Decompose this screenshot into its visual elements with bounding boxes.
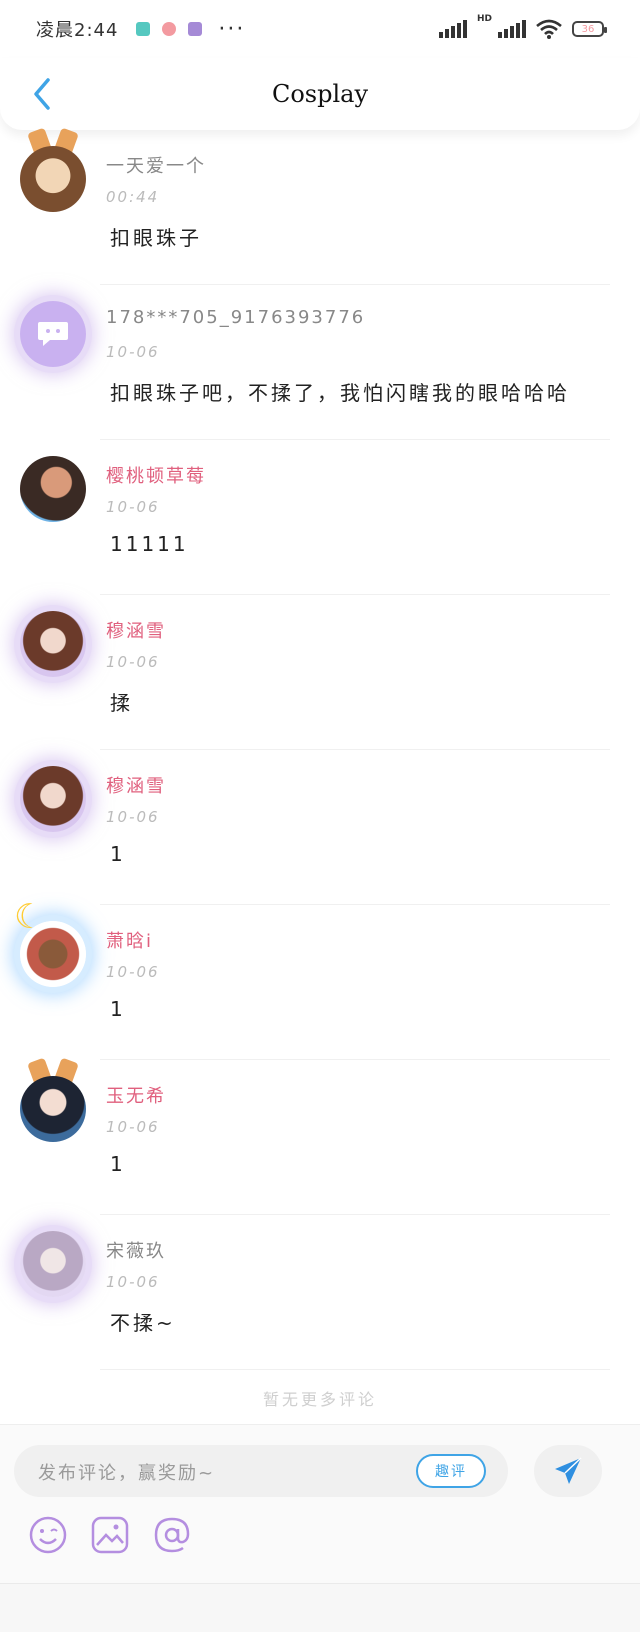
comment-author[interactable]: 樱桃顿草莓 [106, 462, 206, 488]
avatar[interactable]: ☾ [14, 897, 86, 987]
emoji-button[interactable] [28, 1515, 68, 1555]
app-notification-icon [188, 22, 203, 36]
avatar[interactable] [20, 766, 86, 832]
mention-button[interactable] [152, 1515, 192, 1555]
comment-date: 10-06 [106, 343, 160, 361]
comment-date: 10-06 [106, 963, 160, 981]
comment-author[interactable]: 178***705_9176393776 [106, 307, 365, 328]
comment-text: 不揉~ [110, 1311, 176, 1335]
avatar[interactable] [20, 456, 86, 522]
comment-input-placeholder: 发布评论，赢奖励~ [38, 1463, 216, 1484]
comment-author[interactable]: 穆涵雪 [106, 772, 166, 798]
comment-item: 樱桃顿草莓 10-06 11111 [0, 440, 640, 595]
avatar-image [20, 766, 86, 832]
comment-text: 11111 [110, 532, 189, 556]
header: Cosplay [0, 58, 640, 130]
comment-item: 穆涵雪 10-06 1 [0, 750, 640, 905]
app-notification-icon [162, 22, 177, 36]
avatar-image [20, 456, 86, 522]
signal-icon-2 [498, 20, 526, 38]
comment-date: 10-06 [106, 498, 160, 516]
comment-text: 1 [110, 1152, 126, 1176]
comment-item: 穆涵雪 10-06 揉 [0, 595, 640, 750]
comment-item: 宋薇玖 10-06 不揉~ [0, 1215, 640, 1370]
image-icon [91, 1516, 129, 1554]
comment-date: 10-06 [106, 1273, 160, 1291]
quping-button[interactable]: 趣评 [416, 1454, 486, 1488]
comment-text: 扣眼珠子吧，不揉了，我怕闪瞎我的眼哈哈哈 [110, 381, 570, 405]
comment-input[interactable]: 发布评论，赢奖励~ 趣评 [14, 1445, 508, 1497]
comment-text: 1 [110, 842, 126, 866]
comment-composer: 发布评论，赢奖励~ 趣评 [0, 1424, 640, 1585]
chat-bubble-icon [38, 322, 68, 346]
app-notification-icon [136, 22, 151, 36]
avatar-image [20, 611, 86, 677]
image-button[interactable] [90, 1515, 130, 1555]
avatar-image [20, 1231, 86, 1297]
avatar[interactable] [20, 1231, 86, 1297]
signal-icon [438, 20, 467, 38]
status-right: HD 36 [438, 14, 607, 39]
comment-author[interactable]: 穆涵雪 [106, 617, 166, 643]
send-icon [555, 1457, 582, 1484]
at-icon [154, 1517, 190, 1553]
comment-date: 00:44 [106, 188, 160, 206]
more-notifications-icon: ··· [218, 16, 246, 42]
avatar-image [20, 1076, 86, 1142]
comment-list: 一天爱一个 00:44 扣眼珠子 178***705_9176393776 10… [0, 127, 640, 1370]
avatar-image [20, 146, 86, 212]
avatar[interactable] [20, 301, 86, 367]
battery-level: 36 [581, 23, 595, 35]
avatar[interactable] [20, 127, 86, 212]
avatar-image [20, 921, 86, 987]
system-nav-bar [0, 1583, 640, 1632]
emoji-icon [29, 1516, 67, 1554]
status-time: 凌晨2:44 [36, 20, 119, 41]
battery-icon: 36 [572, 21, 607, 37]
avatar-image [20, 301, 86, 367]
composer-toolbar [28, 1515, 192, 1555]
comment-author[interactable]: 萧晗i [106, 927, 153, 953]
comment-date: 10-06 [106, 808, 160, 826]
hd-label: HD [476, 14, 492, 24]
notification-icons [136, 22, 203, 36]
comment-author[interactable]: 一天爱一个 [106, 152, 206, 178]
avatar[interactable] [20, 1057, 86, 1142]
comment-date: 10-06 [106, 653, 160, 671]
wifi-icon [536, 19, 562, 39]
page-title: Cosplay [271, 80, 369, 108]
comment-item: ☾ 萧晗i 10-06 1 [0, 897, 640, 1060]
no-more-comments: 暂无更多评论 [262, 1390, 377, 1409]
send-button[interactable] [534, 1445, 602, 1497]
status-bar: 凌晨2:44 ··· HD 36 [0, 0, 640, 58]
comment-text: 1 [110, 997, 126, 1021]
comment-date: 10-06 [106, 1118, 160, 1136]
comment-item: 一天爱一个 00:44 扣眼珠子 [0, 127, 640, 285]
comment-item: 玉无希 10-06 1 [0, 1057, 640, 1215]
comment-item: 178***705_9176393776 10-06 扣眼珠子吧，不揉了，我怕闪… [0, 285, 640, 440]
comment-author[interactable]: 宋薇玖 [106, 1237, 166, 1263]
comment-text: 揉 [110, 691, 133, 715]
avatar[interactable] [20, 611, 86, 677]
comment-text: 扣眼珠子 [110, 226, 202, 250]
comment-author[interactable]: 玉无希 [106, 1082, 166, 1108]
